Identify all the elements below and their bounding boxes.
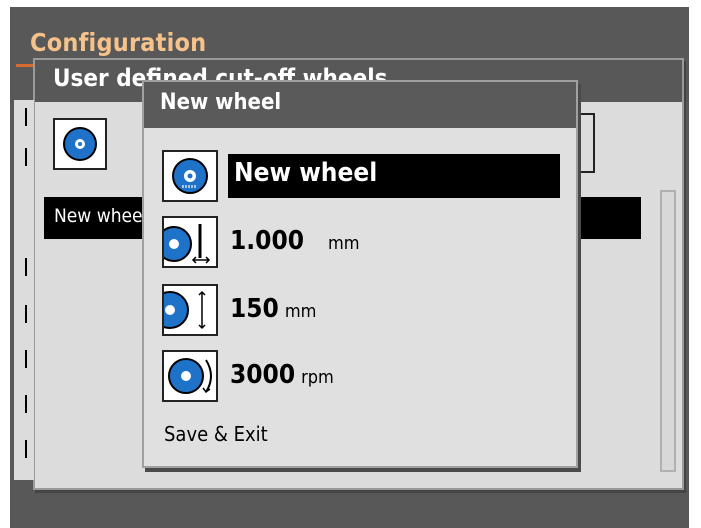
wheel-speed-value: 3000 rpm xyxy=(230,360,334,390)
dialog-title: New wheel xyxy=(160,90,282,115)
dialog-header: New wheel xyxy=(144,82,576,128)
wheel-name-row[interactable]: New wheel xyxy=(162,150,572,202)
tick-mark xyxy=(25,440,27,458)
wheel-speed-icon xyxy=(162,350,218,402)
scrollbar[interactable] xyxy=(660,190,676,472)
wheel-icon xyxy=(162,150,218,202)
wheel-thickness-value: 1.000 mm xyxy=(230,226,360,256)
wheel-diameter-value: 150 mm xyxy=(230,294,317,324)
left-strip xyxy=(14,100,34,480)
save-exit-button[interactable]: Save & Exit xyxy=(164,422,268,446)
wheel-thickness-icon xyxy=(162,216,218,268)
tick-mark xyxy=(25,350,27,368)
tick-mark xyxy=(25,258,27,276)
wheel-speed-row[interactable]: 3000 rpm xyxy=(162,350,572,402)
tick-mark xyxy=(25,148,27,166)
wheel-name-value: New wheel xyxy=(234,158,378,188)
bg-wheel-icon[interactable] xyxy=(53,118,107,170)
tick-mark xyxy=(25,305,27,323)
tick-mark xyxy=(25,395,27,413)
wheel-diameter-row[interactable]: 150 mm xyxy=(162,284,572,336)
wheel-thickness-row[interactable]: 1.000 mm xyxy=(162,216,572,268)
tick-mark xyxy=(25,108,27,126)
wheel-diameter-icon xyxy=(162,284,218,336)
page-title: Configuration xyxy=(30,28,207,57)
new-wheel-dialog: New wheel New wheel 1.000 mm 150 mm 3000… xyxy=(142,80,578,468)
list-item-label: New whee xyxy=(54,205,143,227)
